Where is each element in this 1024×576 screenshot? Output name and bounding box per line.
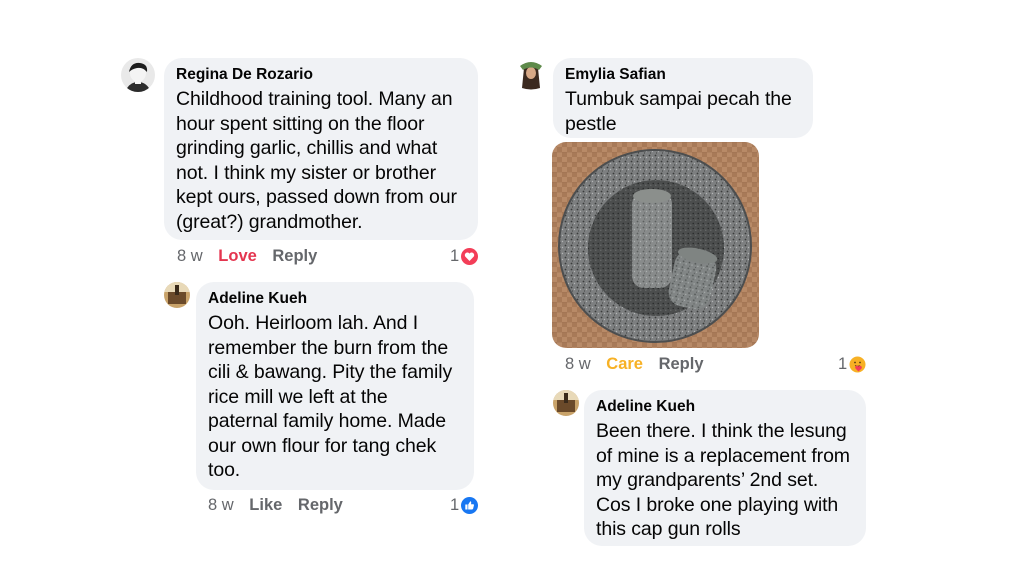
comment-actions-adeline-1: 8 w Like Reply bbox=[208, 495, 354, 515]
avatar-emylia[interactable] bbox=[514, 58, 548, 92]
like-button[interactable]: Like bbox=[249, 495, 282, 515]
avatar-adeline[interactable] bbox=[164, 282, 190, 308]
love-button[interactable]: Love bbox=[218, 246, 257, 266]
reaction-summary-adeline-1[interactable]: 1 bbox=[450, 495, 479, 515]
comment-text: Been there. I think the lesung of mine i… bbox=[596, 420, 850, 540]
love-reaction-icon bbox=[461, 247, 479, 265]
comment-actions-regina: 8 w Love Reply bbox=[177, 246, 328, 266]
comment-timestamp[interactable]: 8 w bbox=[208, 495, 234, 515]
comment-text: Tumbuk sampai pecah the pestle bbox=[565, 88, 792, 135]
reply-button[interactable]: Reply bbox=[272, 246, 317, 266]
comment-author[interactable]: Regina De Rozario bbox=[176, 65, 466, 85]
comment-author[interactable]: Adeline Kueh bbox=[596, 397, 854, 417]
comment-bubble-adeline-2: Adeline Kueh Been there. I think the les… bbox=[584, 390, 866, 546]
like-reaction-icon bbox=[461, 496, 479, 514]
comment-actions-emylia: 8 w Care Reply bbox=[565, 354, 715, 374]
avatar-adeline[interactable] bbox=[553, 390, 579, 416]
comment-author[interactable]: Emylia Safian bbox=[565, 65, 801, 85]
comment-timestamp[interactable]: 8 w bbox=[177, 246, 203, 266]
comment-timestamp[interactable]: 8 w bbox=[565, 354, 591, 374]
comment-bubble-regina: Regina De Rozario Childhood training too… bbox=[164, 58, 478, 240]
reaction-summary-emylia[interactable]: 1 bbox=[838, 354, 866, 374]
reaction-summary-regina[interactable]: 1 bbox=[450, 246, 479, 266]
comment-bubble-emylia: Emylia Safian Tumbuk sampai pecah the pe… bbox=[553, 58, 813, 138]
comment-bubble-adeline-1: Adeline Kueh Ooh. Heirloom lah. And I re… bbox=[196, 282, 474, 490]
reaction-count: 1 bbox=[838, 355, 848, 373]
reaction-count: 1 bbox=[450, 496, 460, 514]
comment-text: Childhood training tool. Many an hour sp… bbox=[176, 88, 457, 233]
care-button[interactable]: Care bbox=[606, 354, 643, 374]
comment-author[interactable]: Adeline Kueh bbox=[208, 289, 462, 309]
reply-button[interactable]: Reply bbox=[659, 354, 704, 374]
comment-text: Ooh. Heirloom lah. And I remember the bu… bbox=[208, 312, 453, 481]
avatar-regina[interactable] bbox=[121, 58, 155, 92]
mortar-and-pestle-photo[interactable] bbox=[552, 142, 759, 348]
reaction-count: 1 bbox=[450, 247, 460, 265]
reply-button[interactable]: Reply bbox=[298, 495, 343, 515]
care-reaction-icon bbox=[849, 356, 866, 373]
